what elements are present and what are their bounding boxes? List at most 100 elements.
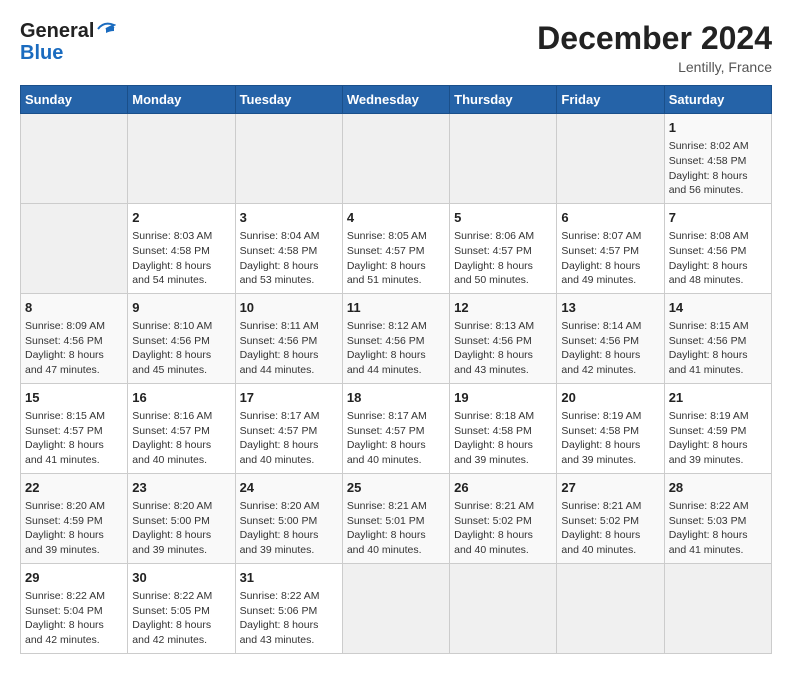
calendar-cell: 7 Sunrise: 8:08 AMSunset: 4:56 PMDaylight… [664, 203, 771, 293]
day-info: Sunrise: 8:17 AMSunset: 4:57 PMDaylight:… [347, 409, 445, 468]
day-info: Sunrise: 8:21 AMSunset: 5:02 PMDaylight:… [454, 499, 552, 558]
day-number: 11 [347, 299, 445, 317]
day-number: 1 [669, 119, 767, 137]
calendar-cell: 2 Sunrise: 8:03 AMSunset: 4:58 PMDaylight… [128, 203, 235, 293]
day-number: 5 [454, 209, 552, 227]
calendar-cell: 20 Sunrise: 8:19 AMSunset: 4:58 PMDayligh… [557, 383, 664, 473]
calendar-cell: 14 Sunrise: 8:15 AMSunset: 4:56 PMDayligh… [664, 293, 771, 383]
day-number: 16 [132, 389, 230, 407]
calendar-cell: 12 Sunrise: 8:13 AMSunset: 4:56 PMDayligh… [450, 293, 557, 383]
day-number: 21 [669, 389, 767, 407]
day-number: 12 [454, 299, 552, 317]
day-info: Sunrise: 8:18 AMSunset: 4:58 PMDaylight:… [454, 409, 552, 468]
day-number: 25 [347, 479, 445, 497]
calendar-cell: 10Sunrise: 8:11 AMSunset: 4:56 PMDayligh… [235, 293, 342, 383]
calendar-header-row: Sunday Monday Tuesday Wednesday Thursday… [21, 86, 772, 114]
day-info: Sunrise: 8:22 AMSunset: 5:04 PMDaylight:… [25, 589, 123, 648]
page-header: General Blue December 2024 Lentilly, Fra… [20, 20, 772, 75]
day-info: Sunrise: 8:20 AMSunset: 5:00 PMDaylight:… [240, 499, 338, 558]
day-number: 27 [561, 479, 659, 497]
title-block: December 2024 Lentilly, France [537, 20, 772, 75]
calendar-cell: 5 Sunrise: 8:06 AMSunset: 4:57 PMDaylight… [450, 203, 557, 293]
col-thursday: Thursday [450, 86, 557, 114]
calendar-cell [235, 114, 342, 204]
calendar-cell: 30Sunrise: 8:22 AMSunset: 5:05 PMDayligh… [128, 563, 235, 653]
calendar-cell [557, 563, 664, 653]
day-number: 2 [132, 209, 230, 227]
day-number: 31 [240, 569, 338, 587]
calendar-cell: 19 Sunrise: 8:18 AMSunset: 4:58 PMDayligh… [450, 383, 557, 473]
calendar-cell: 31 Sunrise: 8:22 AMSunset: 5:06 PMDayligh… [235, 563, 342, 653]
calendar-cell: 28Sunrise: 8:22 AMSunset: 5:03 PMDayligh… [664, 473, 771, 563]
day-info: Sunrise: 8:19 AMSunset: 4:59 PMDaylight:… [669, 409, 767, 468]
day-number: 14 [669, 299, 767, 317]
calendar-cell [664, 563, 771, 653]
day-number: 7 [669, 209, 767, 227]
day-number: 18 [347, 389, 445, 407]
calendar-cell [21, 203, 128, 293]
day-number: 6 [561, 209, 659, 227]
calendar-cell: 6 Sunrise: 8:07 AMSunset: 4:57 PMDaylight… [557, 203, 664, 293]
day-info: Sunrise: 8:07 AMSunset: 4:57 PMDaylight:… [561, 229, 659, 288]
logo: General Blue [20, 20, 116, 64]
day-info: Sunrise: 8:08 AMSunset: 4:56 PMDaylight:… [669, 229, 767, 288]
calendar-cell: 11 Sunrise: 8:12 AMSunset: 4:56 PMDayligh… [342, 293, 449, 383]
day-number: 4 [347, 209, 445, 227]
col-monday: Monday [128, 86, 235, 114]
calendar-cell: 22Sunrise: 8:20 AMSunset: 4:59 PMDayligh… [21, 473, 128, 563]
day-number: 15 [25, 389, 123, 407]
day-info: Sunrise: 8:12 AMSunset: 4:56 PMDaylight:… [347, 319, 445, 378]
day-number: 9 [132, 299, 230, 317]
day-number: 19 [454, 389, 552, 407]
day-info: Sunrise: 8:17 AMSunset: 4:57 PMDaylight:… [240, 409, 338, 468]
day-number: 24 [240, 479, 338, 497]
day-number: 29 [25, 569, 123, 587]
calendar-cell [342, 114, 449, 204]
day-info: Sunrise: 8:13 AMSunset: 4:56 PMDaylight:… [454, 319, 552, 378]
calendar-body: 1 Sunrise: 8:02 AMSunset: 4:58 PMDaylight… [21, 114, 772, 654]
calendar-cell: 15 Sunrise: 8:15 AMSunset: 4:57 PMDayligh… [21, 383, 128, 473]
calendar-week-4: 15 Sunrise: 8:15 AMSunset: 4:57 PMDayligh… [21, 383, 772, 473]
day-info: Sunrise: 8:05 AMSunset: 4:57 PMDaylight:… [347, 229, 445, 288]
day-number: 3 [240, 209, 338, 227]
calendar-cell: 9 Sunrise: 8:10 AMSunset: 4:56 PMDaylight… [128, 293, 235, 383]
calendar-cell: 16 Sunrise: 8:16 AMSunset: 4:57 PMDayligh… [128, 383, 235, 473]
calendar-cell: 1 Sunrise: 8:02 AMSunset: 4:58 PMDaylight… [664, 114, 771, 204]
calendar-cell [450, 114, 557, 204]
month-title: December 2024 [537, 20, 772, 57]
calendar-cell: 21 Sunrise: 8:19 AMSunset: 4:59 PMDayligh… [664, 383, 771, 473]
calendar-cell: 29 Sunrise: 8:22 AMSunset: 5:04 PMDayligh… [21, 563, 128, 653]
col-wednesday: Wednesday [342, 86, 449, 114]
calendar-cell: 26 Sunrise: 8:21 AMSunset: 5:02 PMDayligh… [450, 473, 557, 563]
day-number: 26 [454, 479, 552, 497]
day-info: Sunrise: 8:21 AMSunset: 5:02 PMDaylight:… [561, 499, 659, 558]
day-info: Sunrise: 8:10 AMSunset: 4:56 PMDaylight:… [132, 319, 230, 378]
location: Lentilly, France [537, 59, 772, 75]
day-info: Sunrise: 8:22 AMSunset: 5:06 PMDaylight:… [240, 589, 338, 648]
day-info: Sunrise: 8:02 AMSunset: 4:58 PMDaylight:… [669, 139, 767, 198]
day-info: Sunrise: 8:15 AMSunset: 4:57 PMDaylight:… [25, 409, 123, 468]
calendar-cell: 23Sunrise: 8:20 AMSunset: 5:00 PMDayligh… [128, 473, 235, 563]
logo-blue: Blue [20, 42, 116, 64]
calendar-cell [557, 114, 664, 204]
calendar-cell: 8Sunrise: 8:09 AMSunset: 4:56 PMDaylight… [21, 293, 128, 383]
day-info: Sunrise: 8:16 AMSunset: 4:57 PMDaylight:… [132, 409, 230, 468]
day-info: Sunrise: 8:15 AMSunset: 4:56 PMDaylight:… [669, 319, 767, 378]
day-info: Sunrise: 8:20 AMSunset: 4:59 PMDaylight:… [25, 499, 123, 558]
logo: General Blue [20, 20, 116, 64]
calendar-cell: 13Sunrise: 8:14 AMSunset: 4:56 PMDayligh… [557, 293, 664, 383]
day-info: Sunrise: 8:14 AMSunset: 4:56 PMDaylight:… [561, 319, 659, 378]
day-info: Sunrise: 8:19 AMSunset: 4:58 PMDaylight:… [561, 409, 659, 468]
col-friday: Friday [557, 86, 664, 114]
col-saturday: Saturday [664, 86, 771, 114]
day-number: 8 [25, 299, 123, 317]
calendar-cell [128, 114, 235, 204]
day-number: 23 [132, 479, 230, 497]
calendar-week-5: 22Sunrise: 8:20 AMSunset: 4:59 PMDayligh… [21, 473, 772, 563]
day-info: Sunrise: 8:06 AMSunset: 4:57 PMDaylight:… [454, 229, 552, 288]
day-info: Sunrise: 8:22 AMSunset: 5:03 PMDaylight:… [669, 499, 767, 558]
day-number: 20 [561, 389, 659, 407]
calendar-week-1: 1 Sunrise: 8:02 AMSunset: 4:58 PMDaylight… [21, 114, 772, 204]
day-info: Sunrise: 8:03 AMSunset: 4:58 PMDaylight:… [132, 229, 230, 288]
calendar-cell [342, 563, 449, 653]
